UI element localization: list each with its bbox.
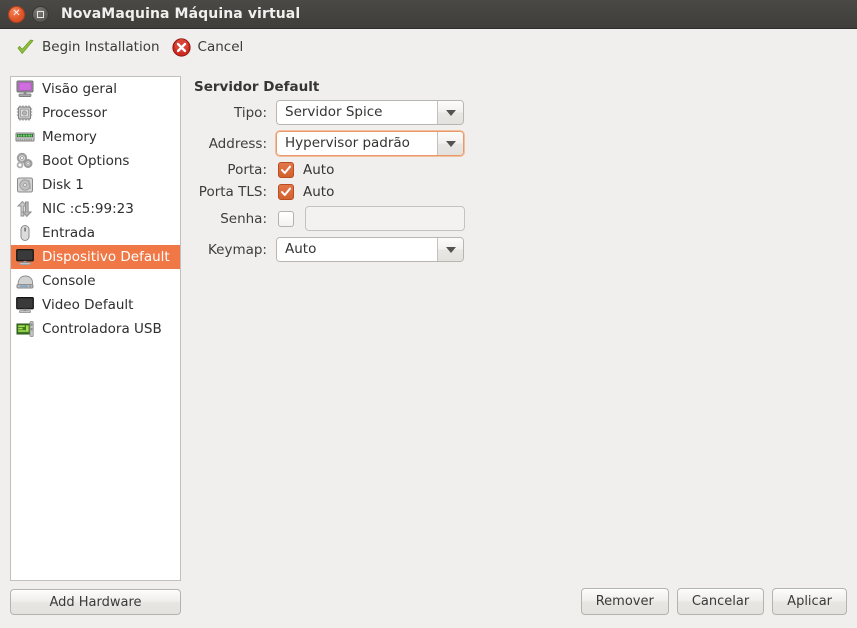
- sidebar-item-label: Console: [42, 273, 96, 289]
- spice-server-form: Tipo: Servidor Spice Address: Hypervisor…: [194, 100, 494, 268]
- sidebar-item-disk-1[interactable]: Disk 1: [11, 173, 180, 197]
- porta-tls-auto-checkbox[interactable]: [278, 184, 294, 200]
- form-row-address: Address: Hypervisor padrão: [194, 131, 494, 156]
- sidebar-item-video-default[interactable]: Video Default: [11, 293, 180, 317]
- chevron-down-icon[interactable]: [437, 101, 463, 124]
- footer-button-group: Remover Cancelar Aplicar: [580, 588, 847, 615]
- chevron-down-icon[interactable]: [437, 238, 463, 261]
- console-icon: [14, 271, 36, 291]
- sidebar-item-label: Controladora USB: [42, 321, 162, 337]
- porta-tls-auto-label: Auto: [303, 184, 335, 200]
- sidebar-item-boot-options[interactable]: Boot Options: [11, 149, 180, 173]
- sidebar-item-memory[interactable]: Memory: [11, 125, 180, 149]
- maximize-icon[interactable]: [32, 5, 49, 23]
- form-row-keymap: Keymap: Auto: [194, 237, 494, 262]
- display-icon: [14, 247, 36, 267]
- keymap-select[interactable]: Auto: [276, 237, 464, 262]
- check-icon: [281, 187, 291, 196]
- main-toolbar: Begin Installation Cancel: [0, 29, 857, 65]
- address-value: Hypervisor padrão: [277, 132, 437, 155]
- remover-button[interactable]: Remover: [580, 588, 669, 615]
- sidebar-item-entrada[interactable]: Entrada: [11, 221, 180, 245]
- senha-enable-checkbox[interactable]: [278, 210, 294, 227]
- sidebar-item-visao-geral[interactable]: Visão geral: [11, 77, 180, 101]
- sidebar-item-label: Disk 1: [42, 177, 84, 193]
- cancel-toolbar-button[interactable]: Cancel: [166, 33, 250, 61]
- sidebar-item-label: Processor: [42, 105, 108, 121]
- hardware-list[interactable]: Visão geral Processor Memory Boot Option…: [10, 76, 181, 581]
- cpu-chip-icon: [14, 103, 36, 123]
- cancelar-button[interactable]: Cancelar: [676, 588, 765, 615]
- tipo-label: Tipo:: [234, 104, 267, 121]
- sidebar-item-label: Visão geral: [42, 81, 117, 97]
- green-check-icon: [16, 38, 35, 57]
- senha-input[interactable]: [305, 206, 465, 231]
- begin-installation-button[interactable]: Begin Installation: [10, 33, 166, 61]
- address-label: Address:: [208, 135, 267, 152]
- close-icon[interactable]: ✕: [8, 5, 25, 23]
- form-row-senha: Senha:: [194, 206, 494, 231]
- add-hardware-button[interactable]: Add Hardware: [10, 589, 181, 615]
- form-row-tipo: Tipo: Servidor Spice: [194, 100, 494, 125]
- address-select[interactable]: Hypervisor padrão: [276, 131, 464, 156]
- sidebar-item-label: NIC :c5:99:23: [42, 201, 134, 217]
- network-arrows-icon: [14, 199, 36, 219]
- sidebar-item-label: Boot Options: [42, 153, 130, 169]
- sidebar-item-label: Memory: [42, 129, 97, 145]
- mouse-icon: [14, 223, 36, 243]
- porta-tls-label: Porta TLS:: [198, 184, 267, 200]
- tipo-value: Servidor Spice: [277, 101, 437, 124]
- sidebar-item-label: Entrada: [42, 225, 96, 241]
- form-row-porta-tls: Porta TLS: Auto: [194, 184, 494, 200]
- porta-auto-label: Auto: [303, 162, 335, 178]
- window-titlebar: ✕ NovaMaquina Máquina virtual: [0, 0, 857, 29]
- display-icon: [14, 295, 36, 315]
- check-icon: [281, 165, 291, 174]
- page-title: Servidor Default: [194, 79, 320, 95]
- gears-icon: [14, 151, 36, 171]
- begin-installation-label: Begin Installation: [42, 39, 160, 55]
- sidebar-item-label: Video Default: [42, 297, 134, 313]
- chevron-down-icon[interactable]: [437, 132, 463, 155]
- keymap-label: Keymap:: [207, 241, 267, 258]
- tipo-select[interactable]: Servidor Spice: [276, 100, 464, 125]
- memory-stick-icon: [14, 127, 36, 147]
- porta-label: Porta:: [227, 162, 267, 178]
- aplicar-button[interactable]: Aplicar: [772, 588, 847, 615]
- sidebar-item-nic[interactable]: NIC :c5:99:23: [11, 197, 180, 221]
- hard-disk-icon: [14, 175, 36, 195]
- usb-card-icon: [14, 319, 36, 339]
- sidebar-item-dispositivo-default[interactable]: Dispositivo Default: [11, 245, 180, 269]
- senha-label: Senha:: [220, 210, 267, 227]
- porta-auto-checkbox[interactable]: [278, 162, 294, 178]
- window-title: NovaMaquina Máquina virtual: [61, 6, 301, 22]
- keymap-value: Auto: [277, 238, 437, 261]
- sidebar-item-processor[interactable]: Processor: [11, 101, 180, 125]
- sidebar-item-controladora-usb[interactable]: Controladora USB: [11, 317, 180, 341]
- sidebar-item-label: Dispositivo Default: [42, 249, 170, 265]
- sidebar-item-console[interactable]: Console: [11, 269, 180, 293]
- red-cross-icon: [171, 37, 191, 57]
- monitor-icon: [14, 79, 36, 99]
- form-row-porta: Porta: Auto: [194, 162, 494, 178]
- cancel-toolbar-label: Cancel: [197, 39, 244, 55]
